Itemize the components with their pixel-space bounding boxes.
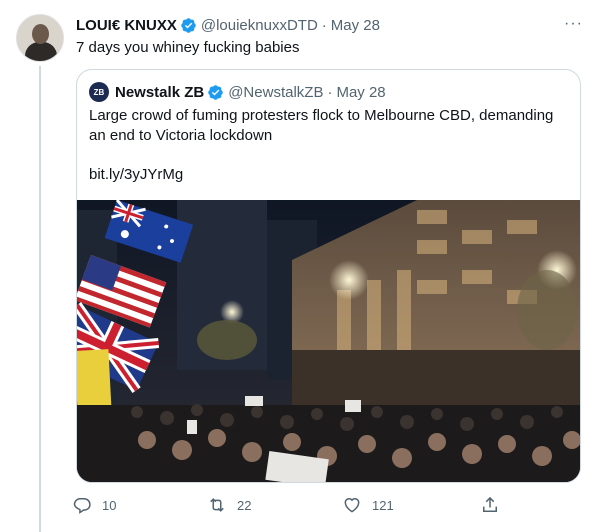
tweet-header: LOUI€ KNUXX @louieknuxxDTD · May 28	[76, 15, 380, 35]
avatar[interactable]	[16, 14, 64, 62]
more-horizontal-icon[interactable]: ···	[564, 15, 583, 33]
thread-line	[39, 66, 41, 532]
photo-protest-crowd[interactable]	[77, 200, 580, 482]
tweet-actions: 10 22 121	[72, 495, 512, 517]
like-count: 121	[372, 497, 394, 513]
reply-icon	[73, 498, 91, 514]
retweet-count: 22	[237, 497, 252, 513]
verified-badge-icon	[208, 84, 223, 100]
quoted-tweet-header: ZB Newstalk ZB @NewstalkZB · May 28	[89, 82, 386, 102]
quoted-tweet-text: Large crowd of fuming protesters flock t…	[89, 107, 554, 144]
separator-dot: ·	[321, 16, 327, 34]
author-name[interactable]: LOUI€ KNUXX	[76, 17, 177, 34]
share-button[interactable]	[480, 495, 510, 515]
reply-count: 10	[102, 497, 117, 513]
quoted-date[interactable]: May 28	[336, 84, 385, 101]
tweet-date[interactable]: May 28	[331, 17, 380, 34]
protest-photo-illustration	[77, 200, 580, 482]
quoted-author-name[interactable]: Newstalk ZB	[115, 84, 204, 101]
quoted-tweet[interactable]: ZB Newstalk ZB @NewstalkZB · May 28 Larg…	[76, 69, 581, 483]
like-button[interactable]: 121	[342, 495, 394, 515]
share-icon	[483, 496, 497, 512]
retweet-icon	[210, 498, 224, 512]
separator-dot: ·	[327, 83, 333, 101]
verified-badge-icon	[181, 17, 196, 33]
author-handle[interactable]: @louieknuxxDTD	[201, 17, 318, 34]
quoted-avatar: ZB	[89, 82, 109, 102]
quoted-author-handle[interactable]: @NewstalkZB	[228, 84, 323, 101]
heart-icon	[344, 498, 360, 513]
retweet-button[interactable]: 22	[207, 495, 251, 515]
reply-button[interactable]: 10	[72, 495, 116, 515]
quoted-link[interactable]: bit.ly/3yJYrMg	[89, 166, 183, 183]
tweet-text: 7 days you whiney fucking babies	[76, 39, 300, 56]
